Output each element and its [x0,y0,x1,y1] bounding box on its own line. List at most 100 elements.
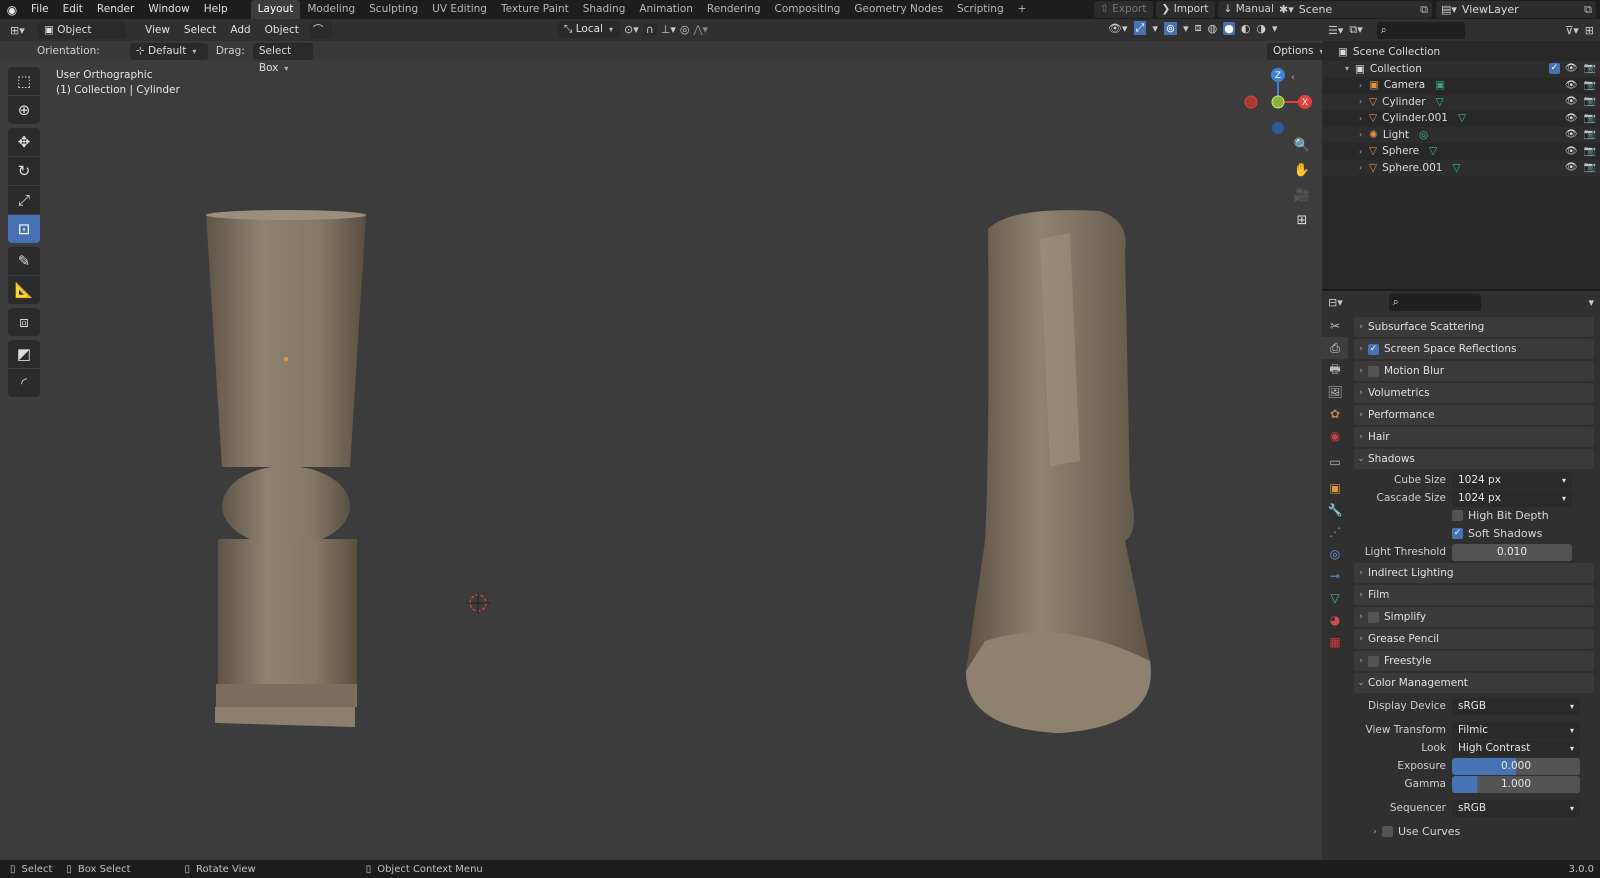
blender-logo-icon[interactable]: ◉ [0,0,24,19]
right-model-boot[interactable] [965,210,1151,733]
tab-uv-editing[interactable]: UV Editing [425,0,494,19]
tab-animation[interactable]: Animation [632,0,700,19]
expand-chevron-icon[interactable]: › [1359,81,1369,90]
viewport-menu-add[interactable]: Add [223,21,257,40]
wireframe-shading-icon[interactable]: ◍ [1208,22,1218,35]
expand-chevron-icon[interactable]: › [1359,97,1369,106]
gizmo-neg-z-axis[interactable] [1272,122,1284,134]
add-cube-tool-icon[interactable]: ⧈ [8,308,40,336]
panel-enable-checkbox[interactable]: ✓ [1368,343,1379,355]
constraints-tab-icon[interactable]: ⊸ [1322,565,1348,587]
render-camera-icon[interactable]: 📷 [1584,63,1596,74]
view-layer-options-icon[interactable]: ⧉ [1580,3,1596,17]
scale-tool-icon[interactable]: ⤢ [8,186,40,214]
sequencer-dropdown[interactable]: sRGB ▾ [1452,800,1580,817]
gpencil-toggle[interactable]: ⌒ [309,21,332,39]
outliner-row[interactable]: › ▽ Sphere ▽ 👁 📷 [1322,143,1600,160]
outliner-row[interactable]: › ▽ Cylinder ▽ 👁 📷 [1322,93,1600,110]
light-data-icon[interactable]: ◎ [1419,129,1428,141]
eye-icon[interactable]: 👁 [1565,96,1578,107]
expand-collection-icon[interactable]: ▾ [1345,64,1355,73]
panel-collapsed[interactable]: › ✓ Screen Space Reflections [1354,339,1594,359]
expand-chevron-icon[interactable]: › [1359,147,1369,156]
panel-enable-checkbox[interactable] [1368,611,1379,623]
collection-tab-icon[interactable]: ▭ [1322,451,1348,473]
render-camera-icon[interactable]: 📷 [1584,146,1596,157]
panel-collapsed[interactable]: › Performance [1354,405,1594,425]
outliner-row[interactable]: › ▽ Sphere.001 ▽ 👁 📷 [1322,159,1600,176]
physics-tab-icon[interactable]: ◎ [1322,543,1348,565]
cascade-size-dropdown[interactable]: 1024 px ▾ [1452,490,1572,507]
exposure-slider[interactable]: 0.000 [1452,758,1580,775]
panel-collapsed[interactable]: › Film [1354,585,1594,605]
outliner-editor-icon[interactable]: ☰▾ [1328,24,1343,37]
camera-data-icon[interactable]: ▣ [1435,79,1445,91]
3d-cursor[interactable] [466,591,490,615]
properties-editor-icon[interactable]: ⊟▾ [1328,296,1343,309]
zoom-icon[interactable]: 🔍 [1291,134,1313,156]
viewport-menu-select[interactable]: Select [177,21,223,40]
cube-size-dropdown[interactable]: 1024 px ▾ [1452,472,1572,489]
view-layer-name[interactable]: ViewLayer [1462,3,1519,16]
panel-collapsed[interactable]: › Subsurface Scattering [1354,317,1594,337]
menu-render[interactable]: Render [90,0,141,19]
panel-collapsed[interactable]: › Grease Pencil [1354,629,1594,649]
viewport-canvas[interactable] [0,61,1322,860]
eye-icon[interactable]: 👁 [1565,113,1578,124]
tab-scripting[interactable]: Scripting [950,0,1011,19]
view-transform-dropdown[interactable]: Filmic ▾ [1452,722,1580,739]
mode-dropdown[interactable]: ▣ Object Mode▾ [38,21,126,53]
texture-tab-icon[interactable]: ▦ [1322,631,1348,653]
display-mode-icon[interactable]: ⧉▾ [1349,23,1362,37]
panel-collapsed[interactable]: › Hair [1354,427,1594,447]
filter-icon[interactable]: ⊽▾ [1565,24,1579,37]
high-bit-depth-toggle[interactable]: High Bit Depth [1452,509,1549,522]
manual-button[interactable]: ↓ Manual [1217,1,1280,18]
falloff-icon[interactable]: ⋀▾ [694,23,709,36]
scene-tab-icon[interactable]: ✿ [1322,403,1348,425]
material-tab-icon[interactable]: ◕ [1322,609,1348,631]
eye-icon[interactable]: 👁 [1565,162,1578,173]
eye-icon[interactable]: 👁 [1565,129,1578,140]
drag-dropdown[interactable]: Select Box ▾ [252,42,313,74]
scene-options-icon[interactable]: ⧉ [1416,3,1432,17]
overlay-dropdown-icon[interactable]: ▾ [1183,22,1189,35]
gamma-slider[interactable]: 1.000 [1452,776,1580,793]
outliner-row[interactable]: › ▽ Cylinder.001 ▽ 👁 📷 [1322,110,1600,127]
render-camera-icon[interactable]: 📷 [1584,96,1596,107]
data-tab-icon[interactable]: ▽ [1322,587,1348,609]
outliner-row[interactable]: › ✺ Light ◎ 👁 📷 [1322,126,1600,143]
proportional-edit-icon[interactable]: ◎ [680,23,690,36]
eye-icon[interactable]: 👁 [1565,63,1578,74]
scene-icon[interactable]: ✱▾ [1274,3,1299,16]
tab-rendering[interactable]: Rendering [700,0,768,19]
properties-search-input[interactable]: ⌕ [1388,293,1481,311]
gizmo-y-axis[interactable] [1271,95,1285,109]
mesh-data-icon[interactable]: ▽ [1452,162,1460,174]
export-button[interactable]: ⇧ Export [1094,1,1153,18]
pan-hand-icon[interactable]: ✋ [1291,159,1313,181]
tab-geometry-nodes[interactable]: Geometry Nodes [847,0,950,19]
tab-compositing[interactable]: Compositing [768,0,848,19]
snap-target-icon[interactable]: ⊥▾ [661,23,676,36]
left-model[interactable] [206,210,366,727]
tab-modeling[interactable]: Modeling [300,0,362,19]
visibility-icon[interactable]: 👁▾ [1108,22,1128,35]
render-tab-icon[interactable]: ⎙ [1322,337,1348,359]
move-tool-icon[interactable]: ✥ [8,128,40,156]
panel-enable-checkbox[interactable] [1368,365,1379,377]
orientation-dropdown[interactable]: ⊹ Default ▾ [129,42,208,60]
xray-icon[interactable]: ⧈ [1195,21,1202,35]
mesh-data-icon[interactable]: ▽ [1429,145,1437,157]
material-shading-icon[interactable]: ◐ [1241,22,1251,35]
mesh-data-icon[interactable]: ▽ [1458,112,1466,124]
gizmo-toggle-icon[interactable]: ⤢ [1133,21,1147,35]
shading-dropdown-icon[interactable]: ▾ [1272,22,1278,35]
render-camera-icon[interactable]: 📷 [1584,162,1596,173]
measure-tool-icon[interactable]: 📐 [8,276,40,304]
expand-chevron-icon[interactable]: › [1359,130,1369,139]
solid-shading-icon[interactable]: ● [1223,21,1235,35]
modifier-tab-icon[interactable]: 🔧 [1322,499,1348,521]
annotate-tool-icon[interactable]: ✎ [8,247,40,275]
navigation-gizmo[interactable]: Z X [1243,67,1313,143]
